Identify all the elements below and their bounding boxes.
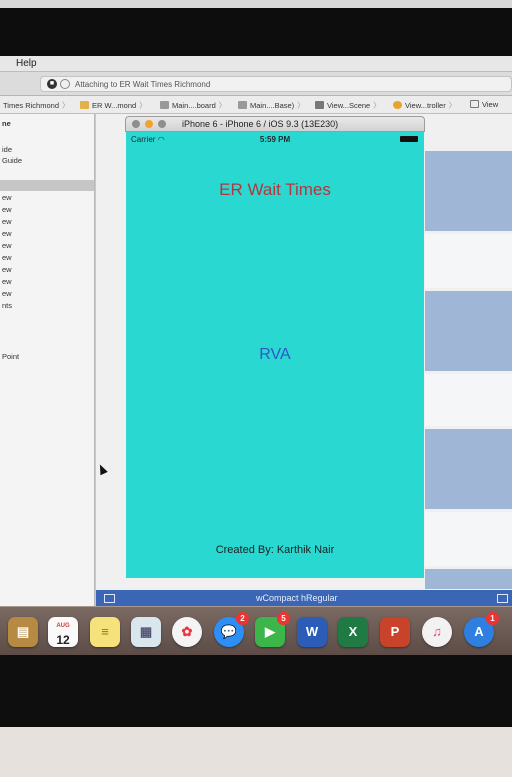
city-label: RVA [259, 346, 291, 363]
photo-top-bezel [0, 0, 512, 58]
outline-item[interactable]: ew [2, 193, 12, 202]
outline-item[interactable]: ew [2, 205, 12, 214]
credit-label: Created By: Karthik Nair [215, 544, 335, 556]
menu-help[interactable]: Help [16, 58, 37, 69]
calendar-icon[interactable]: AUG 12 [48, 617, 78, 647]
document-outline: ne ide Guide ew ew ew ew ew ew ew ew ew … [0, 114, 95, 646]
outline-item[interactable]: ew [2, 217, 12, 226]
outline-item[interactable]: ew [2, 253, 12, 262]
size-class-label[interactable]: wCompact hRegular [256, 593, 338, 603]
simulator-screen[interactable]: Carrier ◠ 5:59 PM ER Wait Times RVA Crea… [126, 132, 424, 578]
app-title: ER Wait Times [219, 180, 331, 199]
excel-icon[interactable]: X [338, 617, 368, 647]
messages-badge: 2 [236, 612, 249, 625]
outline-item[interactable]: ew [2, 265, 12, 274]
zoom-icon[interactable] [497, 594, 508, 603]
photos-icon[interactable]: ✿ [172, 617, 202, 647]
photo-bottom-bezel [0, 655, 512, 777]
appstore-badge: 1 [486, 612, 499, 625]
breadcrumb-label: Main....Base) [250, 101, 295, 110]
breadcrumb-label: View...troller [405, 101, 446, 110]
breadcrumb[interactable]: Times Richmond 〉 [3, 100, 70, 111]
breadcrumb[interactable]: View...troller 〉 [393, 100, 456, 111]
breadcrumb[interactable]: ER W...mond 〉 [80, 100, 147, 111]
folder-icon [80, 101, 89, 109]
outline-item[interactable]: ew [2, 229, 12, 238]
menu-bar: Help [0, 56, 512, 72]
calendar-day: 12 [56, 633, 70, 647]
activity-viewer: ■ Attaching to ER Wait Times Richmond [40, 76, 512, 92]
jump-bar: Times Richmond 〉 ER W...mond 〉 Main....boa… [0, 96, 512, 114]
powerpoint-icon[interactable]: P [380, 617, 410, 647]
close-button[interactable] [132, 120, 140, 128]
facetime-badge: 5 [277, 612, 290, 625]
outline-item[interactable]: Guide [2, 156, 22, 165]
facetime-icon[interactable]: ▶ 5 [255, 612, 290, 647]
breadcrumb-label: View [482, 100, 499, 109]
canvas-stripe [425, 234, 512, 288]
view-icon [470, 100, 479, 108]
status-bar: Carrier ◠ 5:59 PM [126, 132, 424, 146]
calendar-month: AUG [56, 623, 70, 629]
selected-row-highlight [0, 180, 94, 191]
breadcrumb-label: Main....board [172, 101, 216, 110]
breadcrumb[interactable]: Main....Base) 〉 [238, 100, 305, 111]
photo-top-strip [0, 0, 512, 8]
xcode-toolbar: ■ Attaching to ER Wait Times Richmond [0, 72, 512, 96]
outline-item[interactable]: ew [2, 289, 12, 298]
breadcrumb-label: View...Scene [327, 101, 371, 110]
canvas-stripe [425, 512, 512, 566]
status-time: 5:59 PM [259, 135, 291, 144]
canvas-stripe [425, 569, 512, 589]
outline-item[interactable]: ide [2, 145, 12, 154]
storyboard-icon [160, 101, 169, 109]
progress-spinner-icon [60, 79, 70, 89]
word-icon[interactable]: W [297, 617, 327, 647]
simulator-titlebar[interactable]: iPhone 6 - iPhone 6 / iOS 9.3 (13E230) [125, 116, 425, 132]
stop-icon[interactable]: ■ [47, 79, 57, 89]
contacts-icon[interactable]: ▤ [8, 617, 38, 647]
itunes-icon[interactable]: ♫ [422, 617, 452, 647]
outline-item[interactable]: nts [2, 301, 12, 310]
outline-item[interactable]: ew [2, 277, 12, 286]
breadcrumb[interactable]: View [470, 100, 498, 109]
breadcrumb-label: ER W...mond [92, 101, 137, 110]
activity-text: Attaching to ER Wait Times Richmond [75, 80, 211, 89]
simulator-title: iPhone 6 - iPhone 6 / iOS 9.3 (13E230) [182, 119, 339, 129]
breadcrumb[interactable]: View...Scene 〉 [315, 100, 381, 111]
mac-screen: Help ■ Attaching to ER Wait Times Richmo… [0, 56, 512, 656]
scene-icon [315, 101, 324, 109]
canvas-stripe [425, 291, 512, 371]
messages-icon[interactable]: 💬 2 [214, 612, 249, 647]
preview-icon[interactable]: ▦ [131, 617, 161, 647]
dock: ▤ AUG 12 ≡ ▦ ✿ 💬 2 ▶ 5 W X P ♫ A1 [0, 606, 512, 656]
outline-toggle-icon[interactable] [104, 594, 115, 603]
minimize-button[interactable] [145, 120, 153, 128]
breadcrumb-label: Times Richmond [3, 101, 59, 110]
outline-item[interactable]: Point [2, 352, 19, 361]
storyboard-icon [238, 101, 247, 109]
notes-icon[interactable]: ≡ [90, 617, 120, 647]
breadcrumb[interactable]: Main....board 〉 [160, 100, 226, 111]
canvas-stripe [425, 151, 512, 231]
battery-icon [400, 136, 418, 142]
app-store-icon[interactable]: A1 [464, 612, 499, 647]
canvas-stripe [425, 374, 512, 426]
outline-item[interactable]: ne [2, 119, 11, 128]
view-controller-icon [393, 101, 402, 109]
photo-floor [0, 727, 512, 777]
canvas-stripe [425, 429, 512, 509]
outline-item[interactable]: ew [2, 241, 12, 250]
zoom-button[interactable] [158, 120, 166, 128]
